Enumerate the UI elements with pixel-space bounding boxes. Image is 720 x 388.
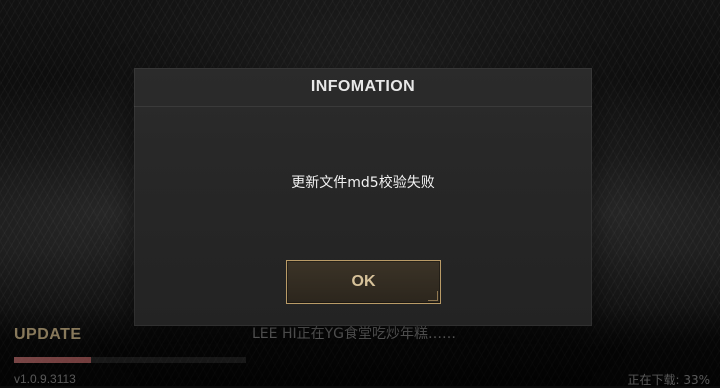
dialog-title: INFOMATION [310,78,416,95]
ok-button-corner-decoration [428,291,438,301]
ok-button[interactable]: OK [286,260,441,304]
dialog-message: 更新文件md5校验失败 [291,175,435,191]
dialog-divider [134,106,592,107]
loading-tip-text: LEE HI正在YG食堂吃炒年糕…… [252,326,456,342]
ok-button-label: OK [351,273,376,290]
update-label: UPDATE [14,326,82,343]
update-progress-bar [14,357,246,363]
download-status-text: 正在下载: 33% [627,373,710,387]
update-progress-fill [14,357,91,363]
version-text: v1.0.9.3113 [14,372,76,386]
info-dialog: INFOMATION 更新文件md5校验失败 OK [134,68,592,326]
